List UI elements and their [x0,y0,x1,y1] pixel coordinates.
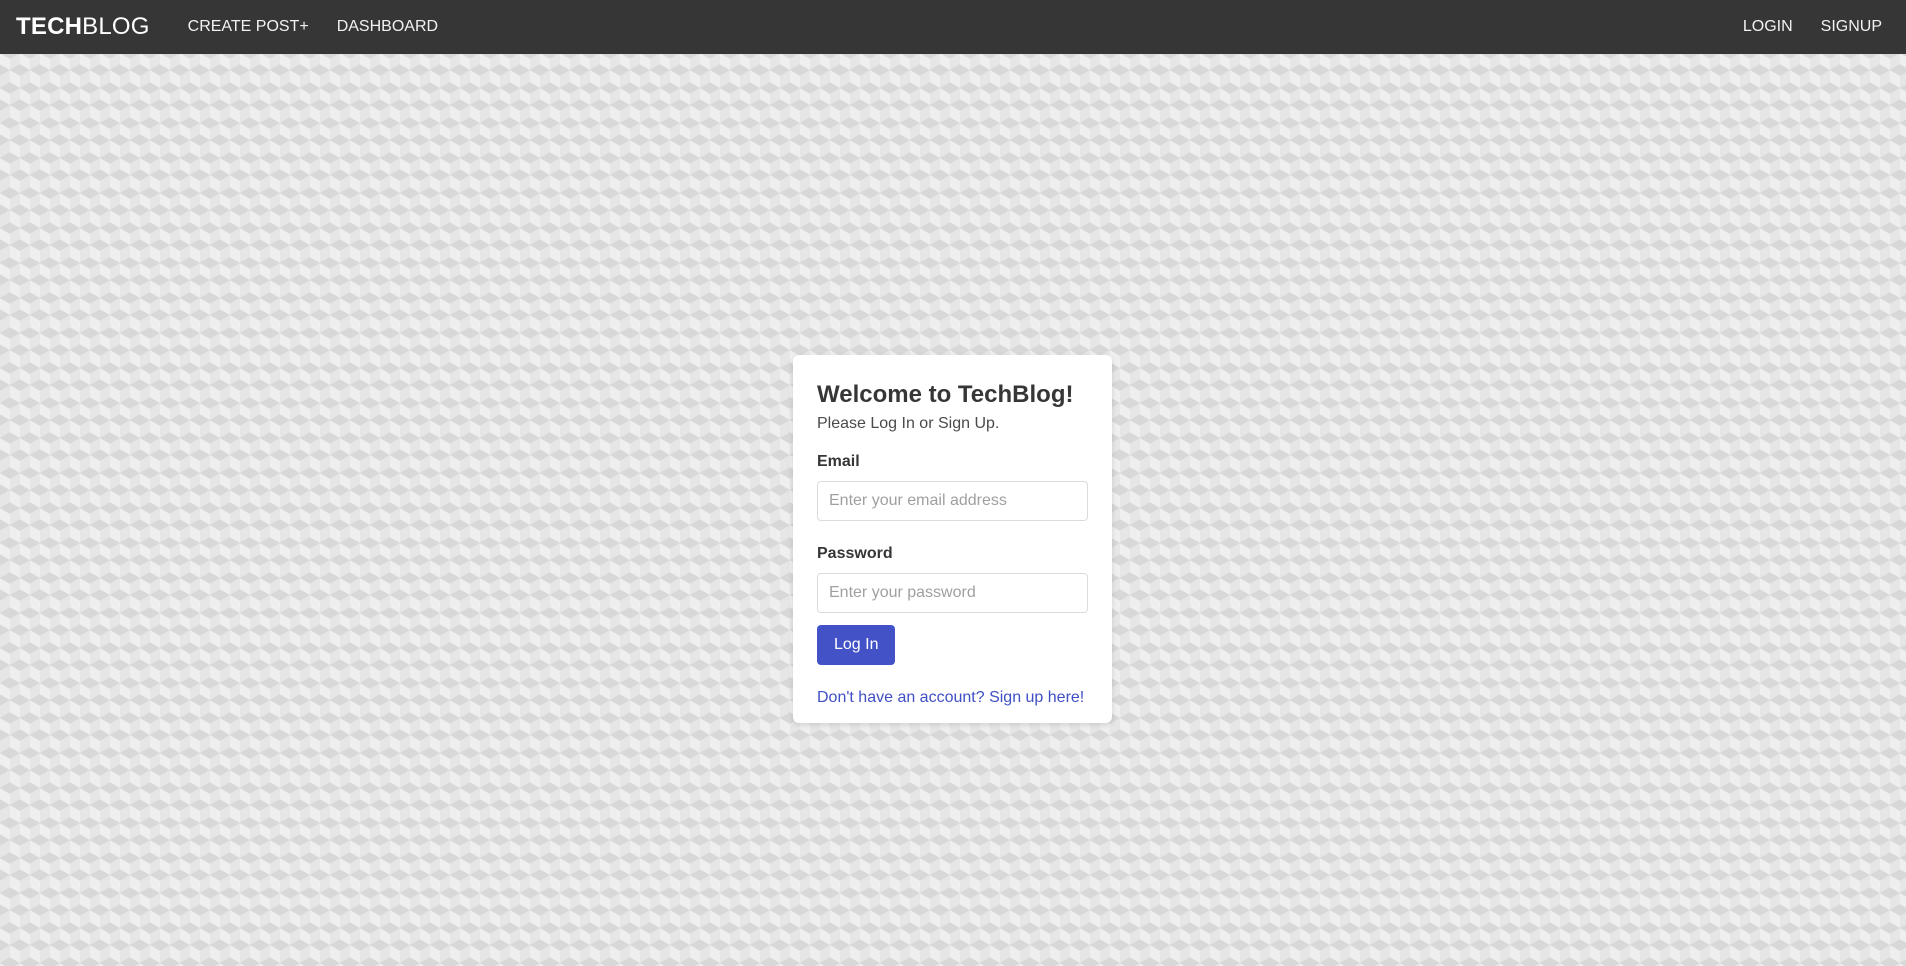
nav-login[interactable]: LOGIN [1729,18,1807,36]
nav-dashboard[interactable]: DASHBOARD [323,18,452,36]
signup-link[interactable]: Don't have an account? Sign up here! [817,689,1088,707]
top-navbar: TECHBLOG CREATE POST+ DASHBOARD LOGIN SI… [0,0,1906,54]
login-subtitle: Please Log In or Sign Up. [817,415,1000,432]
brand-logo[interactable]: TECHBLOG [16,13,150,41]
email-label: Email [817,453,860,470]
login-title: Welcome to TechBlog! [817,381,1074,408]
brand-bold-text: TECH [16,13,83,40]
login-card: Welcome to TechBlog! Please Log In or Si… [793,355,1112,723]
email-input[interactable] [817,481,1088,521]
nav-right-group: LOGIN SIGNUP [1729,18,1890,36]
brand-light-text: BLOG [82,13,150,40]
password-input[interactable] [817,573,1088,613]
login-button[interactable]: Log In [817,625,896,665]
nav-signup[interactable]: SIGNUP [1807,18,1890,36]
password-label: Password [817,545,893,562]
nav-create-post[interactable]: CREATE POST+ [174,18,323,36]
